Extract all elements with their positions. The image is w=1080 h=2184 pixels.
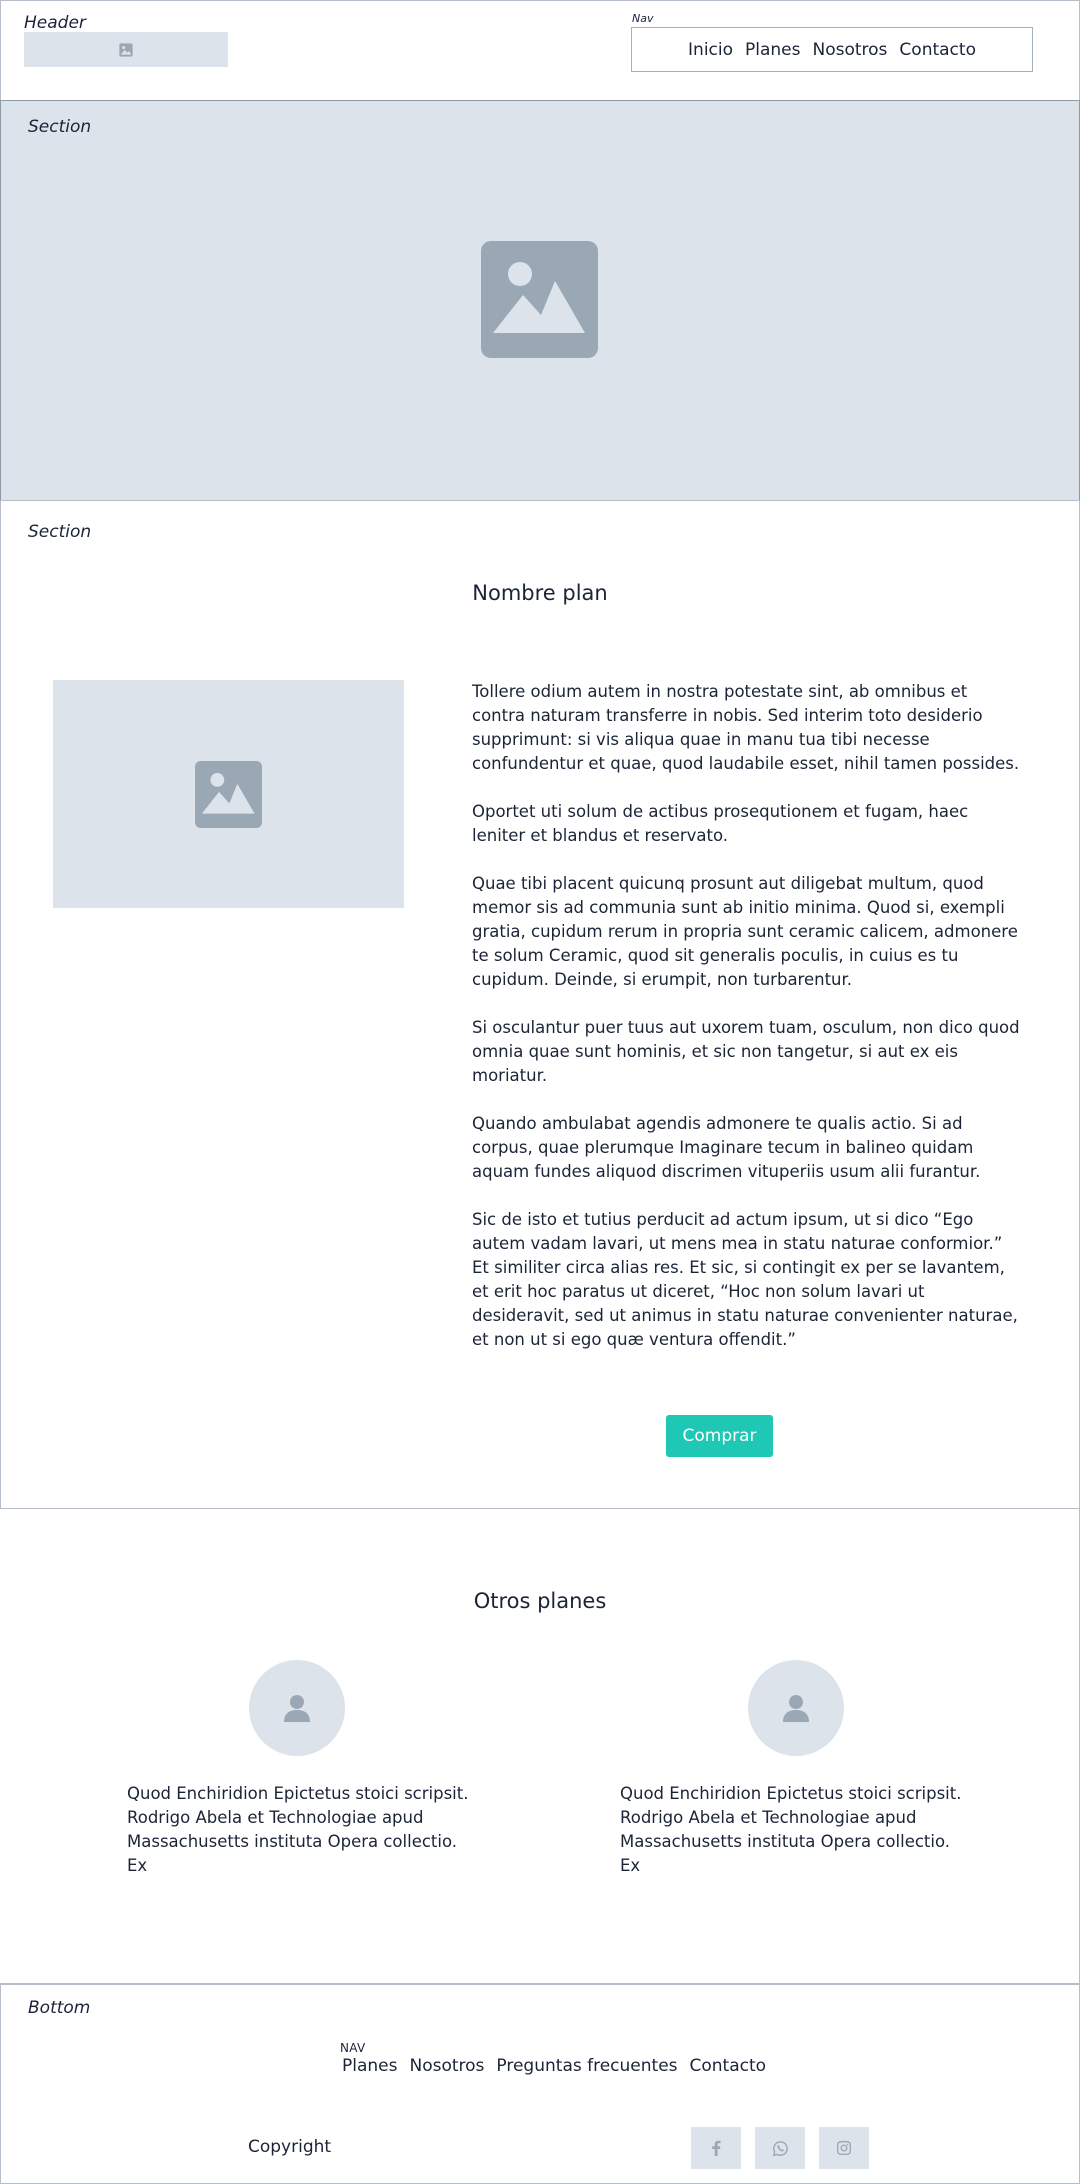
- nav-link-nosotros[interactable]: Nosotros: [813, 40, 888, 60]
- social-whatsapp[interactable]: [755, 2127, 805, 2169]
- plan-description: Tollere odium autem in nostra potestate …: [472, 680, 1022, 1376]
- card-text: Quod Enchiridion Epictetus stoici scrips…: [620, 1784, 962, 1875]
- social-instagram[interactable]: [819, 2127, 869, 2169]
- footer: [0, 1983, 1080, 2184]
- plan-card[interactable]: Quod Enchiridion Epictetus stoici scrips…: [620, 1660, 970, 1878]
- footer-nav: Planes Nosotros Preguntas frecuentes Con…: [336, 2056, 772, 2076]
- others-title: Otros planes: [473, 1589, 607, 1613]
- nav-link-contacto[interactable]: Contacto: [899, 40, 976, 60]
- plan-card[interactable]: Quod Enchiridion Epictetus stoici scrips…: [127, 1660, 477, 1878]
- footer-link-faq[interactable]: Preguntas frecuentes: [496, 2056, 677, 2076]
- copyright: Copyright: [248, 2137, 332, 2157]
- avatar: [249, 1660, 345, 1756]
- paragraph: Quando ambulabat agendis admonere te qua…: [472, 1114, 981, 1181]
- header-tag: Header: [24, 13, 86, 33]
- footer-link-contacto[interactable]: Contacto: [690, 2056, 767, 2076]
- paragraph: Sic de isto et tutius perducit ad actum …: [472, 1210, 1018, 1349]
- paragraph: Oportet uti solum de actibus proseqution…: [472, 802, 969, 845]
- nav-link-planes[interactable]: Planes: [745, 40, 800, 60]
- instagram-icon: [836, 2140, 852, 2156]
- social-facebook[interactable]: [691, 2127, 741, 2169]
- header-nav: Inicio Planes Nosotros Contacto: [631, 27, 1033, 72]
- buy-button[interactable]: Comprar: [666, 1415, 773, 1457]
- nav-link-inicio[interactable]: Inicio: [688, 40, 733, 60]
- avatar: [748, 1660, 844, 1756]
- footer-link-planes[interactable]: Planes: [342, 2056, 397, 2076]
- image-icon: [118, 42, 134, 58]
- paragraph: Si osculantur puer tuus aut uxorem tuam,…: [472, 1018, 1020, 1085]
- nav-tag: Nav: [632, 12, 654, 25]
- footer-link-nosotros[interactable]: Nosotros: [409, 2056, 484, 2076]
- whatsapp-icon: [772, 2140, 789, 2157]
- facebook-icon: [709, 2140, 723, 2156]
- plan-image-placeholder: [53, 680, 404, 908]
- plan-title: Nombre plan: [472, 581, 608, 605]
- image-icon: [195, 760, 262, 828]
- paragraph: Tollere odium autem in nostra potestate …: [472, 682, 1020, 773]
- hero-image-icon: [481, 241, 598, 358]
- footer-tag: Bottom: [28, 1998, 91, 2018]
- card-text: Quod Enchiridion Epictetus stoici scrips…: [127, 1784, 469, 1875]
- user-icon: [780, 1692, 812, 1724]
- user-icon: [281, 1692, 313, 1724]
- plan-tag: Section: [28, 522, 92, 542]
- footer-nav-tag: NAV: [340, 2041, 366, 2055]
- logo-placeholder[interactable]: [24, 32, 228, 67]
- paragraph: Quae tibi placent quicunq prosunt aut di…: [472, 874, 1018, 989]
- hero-tag: Section: [28, 117, 92, 137]
